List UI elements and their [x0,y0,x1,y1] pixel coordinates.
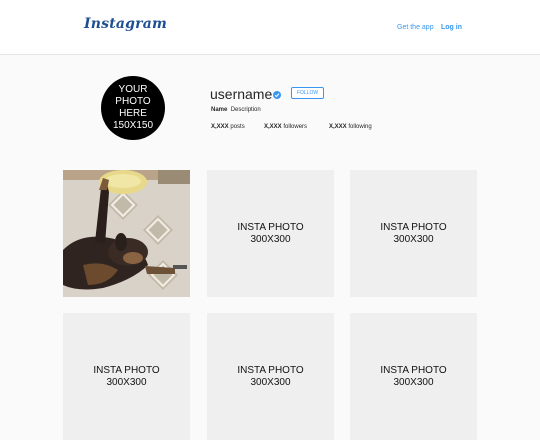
post-placeholder[interactable]: INSTA PHOTO 300X300 [350,170,477,297]
verified-check-icon [273,91,281,99]
top-bar: Instagram Get the app Log in [0,0,540,55]
get-the-app-link[interactable]: Get the app [397,24,434,31]
profile-description: Description [230,107,261,113]
followers-number: X,XXX [264,124,282,130]
posts-number: X,XXX [211,124,229,130]
post-placeholder[interactable]: INSTA PHOTO 300X300 [207,170,334,297]
followers-label: followers [281,124,308,130]
following-label: following [346,124,372,130]
profile-username: username [210,86,273,102]
log-in-link[interactable]: Log in [441,24,462,31]
profile-name: Name [211,107,228,113]
post-photo-dog[interactable] [63,170,190,297]
following-number: X,XXX [329,124,347,130]
profile-avatar: YOUR PHOTO HERE 150X150 [101,76,165,140]
profile-bio: Name Description [211,107,261,113]
followers-count[interactable]: X,XXX followers [264,124,307,130]
post-placeholder[interactable]: INSTA PHOTO 300X300 [350,313,477,440]
instagram-logo[interactable]: Instagram [84,16,167,32]
post-placeholder[interactable]: INSTA PHOTO 300X300 [63,313,190,440]
following-count[interactable]: X,XXX following [329,124,372,130]
posts-label: posts [228,124,245,130]
post-placeholder[interactable]: INSTA PHOTO 300X300 [207,313,334,440]
follow-button[interactable]: FOLLOW [291,87,324,99]
posts-count[interactable]: X,XXX posts [211,124,245,130]
